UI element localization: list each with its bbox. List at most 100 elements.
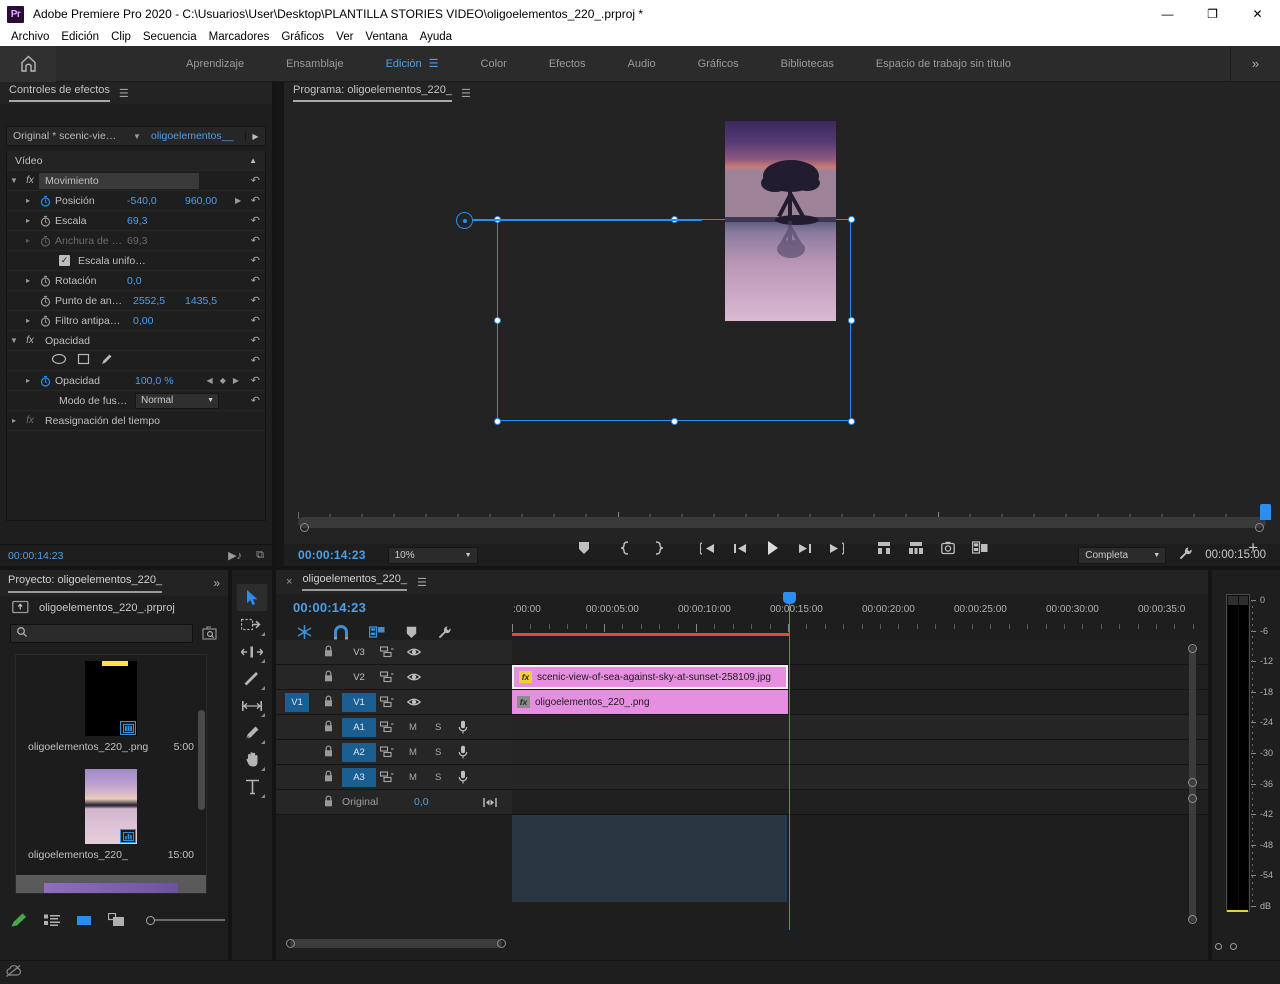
filtro-value[interactable]: 0,00: [133, 315, 153, 327]
disclosure-icon[interactable]: ▼: [7, 176, 21, 185]
solo-track-button[interactable]: S: [435, 747, 441, 758]
track-select-forward-tool[interactable]: [237, 611, 267, 638]
disclosure-icon[interactable]: ▼: [7, 336, 21, 345]
prev-keyframe-icon[interactable]: ◀: [207, 376, 213, 385]
timeline-clip[interactable]: fx scenic-view-of-sea-against-sky-at-sun…: [512, 665, 788, 689]
selection-tool[interactable]: [237, 584, 267, 611]
next-keyframe-icon[interactable]: ▶: [233, 376, 239, 385]
lock-icon[interactable]: [324, 745, 333, 760]
program-monitor-stage[interactable]: [284, 104, 1280, 544]
keyframe-nav-icon[interactable]: ▶: [235, 196, 241, 205]
track-lane-a2[interactable]: [512, 740, 1212, 764]
extract-button[interactable]: [900, 533, 932, 563]
reset-icon[interactable]: ↶: [251, 254, 260, 267]
handle-bottom-right[interactable]: [848, 418, 855, 425]
reset-icon[interactable]: ↶: [251, 194, 260, 207]
track-header-a1[interactable]: A1 M S: [276, 715, 512, 739]
handle-top-right[interactable]: [848, 216, 855, 223]
rectangle-mask-icon[interactable]: [77, 353, 90, 368]
menu-clip[interactable]: Clip: [105, 28, 137, 46]
panel-menu-icon[interactable]: ☰: [461, 87, 471, 100]
voice-over-record-icon[interactable]: [458, 770, 468, 784]
disclosure-icon[interactable]: ▸: [21, 196, 35, 205]
property-punto-anclaje[interactable]: Punto de an… 2552,5 1435,5 ↶: [7, 291, 265, 311]
play-stop-button[interactable]: [756, 533, 788, 563]
lift-button[interactable]: [868, 533, 900, 563]
step-forward-button[interactable]: [788, 533, 820, 563]
disclosure-icon[interactable]: ▸: [21, 316, 35, 325]
tool-flyout-indicator[interactable]: [261, 713, 265, 717]
menu-ver[interactable]: Ver: [330, 28, 359, 46]
property-rotacion[interactable]: ▸ Rotación 0,0 ↶: [7, 271, 265, 291]
freeform-view-icon[interactable]: [108, 913, 126, 927]
type-tool[interactable]: [237, 773, 267, 800]
mute-track-button[interactable]: M: [409, 722, 417, 733]
track-row[interactable]: V3: [276, 640, 1212, 665]
mute-track-button[interactable]: M: [409, 747, 417, 758]
add-marker-button[interactable]: [568, 533, 600, 563]
panel-overflow-icon[interactable]: »: [213, 576, 220, 590]
track-row[interactable]: A3 M S: [276, 765, 1212, 790]
zoom-slider-track[interactable]: [155, 919, 225, 921]
tab-ensamblaje[interactable]: Ensamblaje: [286, 58, 343, 70]
lock-icon[interactable]: [324, 670, 333, 685]
master-volume-value[interactable]: 0,0: [414, 796, 429, 808]
tab-edicion[interactable]: Edición ☰: [386, 57, 439, 71]
reset-icon[interactable]: ↶: [251, 294, 260, 307]
tab-menu-icon[interactable]: ☰: [429, 57, 439, 70]
property-opacidad[interactable]: ▸ Opacidad 100,0 % ◀ ◆ ▶ ↶: [7, 371, 265, 391]
stopwatch-icon[interactable]: [35, 375, 55, 387]
handle-mid-right[interactable]: [848, 317, 855, 324]
toggle-track-output-icon[interactable]: [407, 647, 421, 657]
panel-menu-icon[interactable]: ☰: [119, 87, 129, 100]
track-name-v3[interactable]: V3: [342, 643, 376, 662]
close-icon[interactable]: ×: [286, 576, 292, 588]
menu-edicion[interactable]: Edición: [55, 28, 105, 46]
tool-flyout-indicator[interactable]: [261, 632, 265, 636]
chevron-down-icon[interactable]: ▼: [129, 132, 145, 141]
tab-aprendizaje[interactable]: Aprendizaje: [186, 58, 244, 70]
track-header-a2[interactable]: A2 M S: [276, 740, 512, 764]
track-name-a1[interactable]: A1: [342, 718, 376, 737]
ripple-edit-tool[interactable]: [237, 638, 267, 665]
stopwatch-icon[interactable]: [35, 195, 55, 207]
program-playhead[interactable]: [1260, 504, 1271, 520]
reset-icon[interactable]: ↶: [251, 354, 260, 367]
lock-icon[interactable]: [324, 695, 333, 710]
project-list-scrollbar[interactable]: [198, 710, 205, 810]
effect-movimiento[interactable]: ▼ fx Movimiento ↶: [7, 171, 265, 191]
stopwatch-icon[interactable]: [35, 295, 55, 307]
track-row[interactable]: V1 V1 fx oligoelementos_220_.png: [276, 690, 1212, 715]
linked-selection-icon[interactable]: [369, 625, 386, 640]
menu-archivo[interactable]: Archivo: [5, 28, 55, 46]
menu-graficos[interactable]: Gráficos: [275, 28, 330, 46]
track-row[interactable]: A1 M S: [276, 715, 1212, 740]
list-item[interactable]: oligoelementos_220_.png 5:00: [16, 655, 206, 757]
track-name-a3[interactable]: A3: [342, 768, 376, 787]
video-group-header[interactable]: Vídeo ▲: [7, 151, 265, 171]
add-marker-icon[interactable]: [406, 626, 417, 639]
audio-meter-indicators[interactable]: [1215, 943, 1237, 950]
sync-lock-icon[interactable]: [380, 696, 394, 708]
track-lane-master[interactable]: [512, 790, 1212, 814]
property-modo-fusion[interactable]: Modo de fus… Normal ▼ ↶: [7, 391, 265, 411]
property-anchura[interactable]: ▸ Anchura de … 69,3 ↶: [7, 231, 265, 251]
tab-graficos[interactable]: Gráficos: [698, 58, 739, 70]
track-lane-v2[interactable]: fx scenic-view-of-sea-against-sky-at-sun…: [512, 665, 1212, 689]
comparison-view-button[interactable]: [964, 533, 996, 563]
effect-reasignacion-tiempo[interactable]: ▸ fx Reasignación del tiempo: [7, 411, 265, 431]
panel-menu-icon[interactable]: ☰: [417, 576, 427, 589]
property-escala[interactable]: ▸ Escala 69,3 ↶: [7, 211, 265, 231]
divider-vertical[interactable]: [272, 570, 276, 960]
property-escala-uniforme[interactable]: ✓ Escala unifo… ↶: [7, 251, 265, 271]
tab-espacio-trabajo[interactable]: Espacio de trabajo sin título: [876, 58, 1011, 70]
go-to-in-button[interactable]: [692, 533, 724, 563]
track-header-a3[interactable]: A3 M S: [276, 765, 512, 789]
punto-anclaje-y-value[interactable]: 1435,5: [185, 295, 217, 307]
add-keyframe-icon[interactable]: ◆: [220, 376, 226, 385]
toggle-track-output-icon[interactable]: [407, 672, 421, 682]
new-item-pen-icon[interactable]: [10, 912, 28, 928]
timeline-playhead-marker[interactable]: [783, 592, 796, 604]
scrollbar-top-handle[interactable]: [1188, 644, 1197, 653]
track-row[interactable]: A2 M S: [276, 740, 1212, 765]
